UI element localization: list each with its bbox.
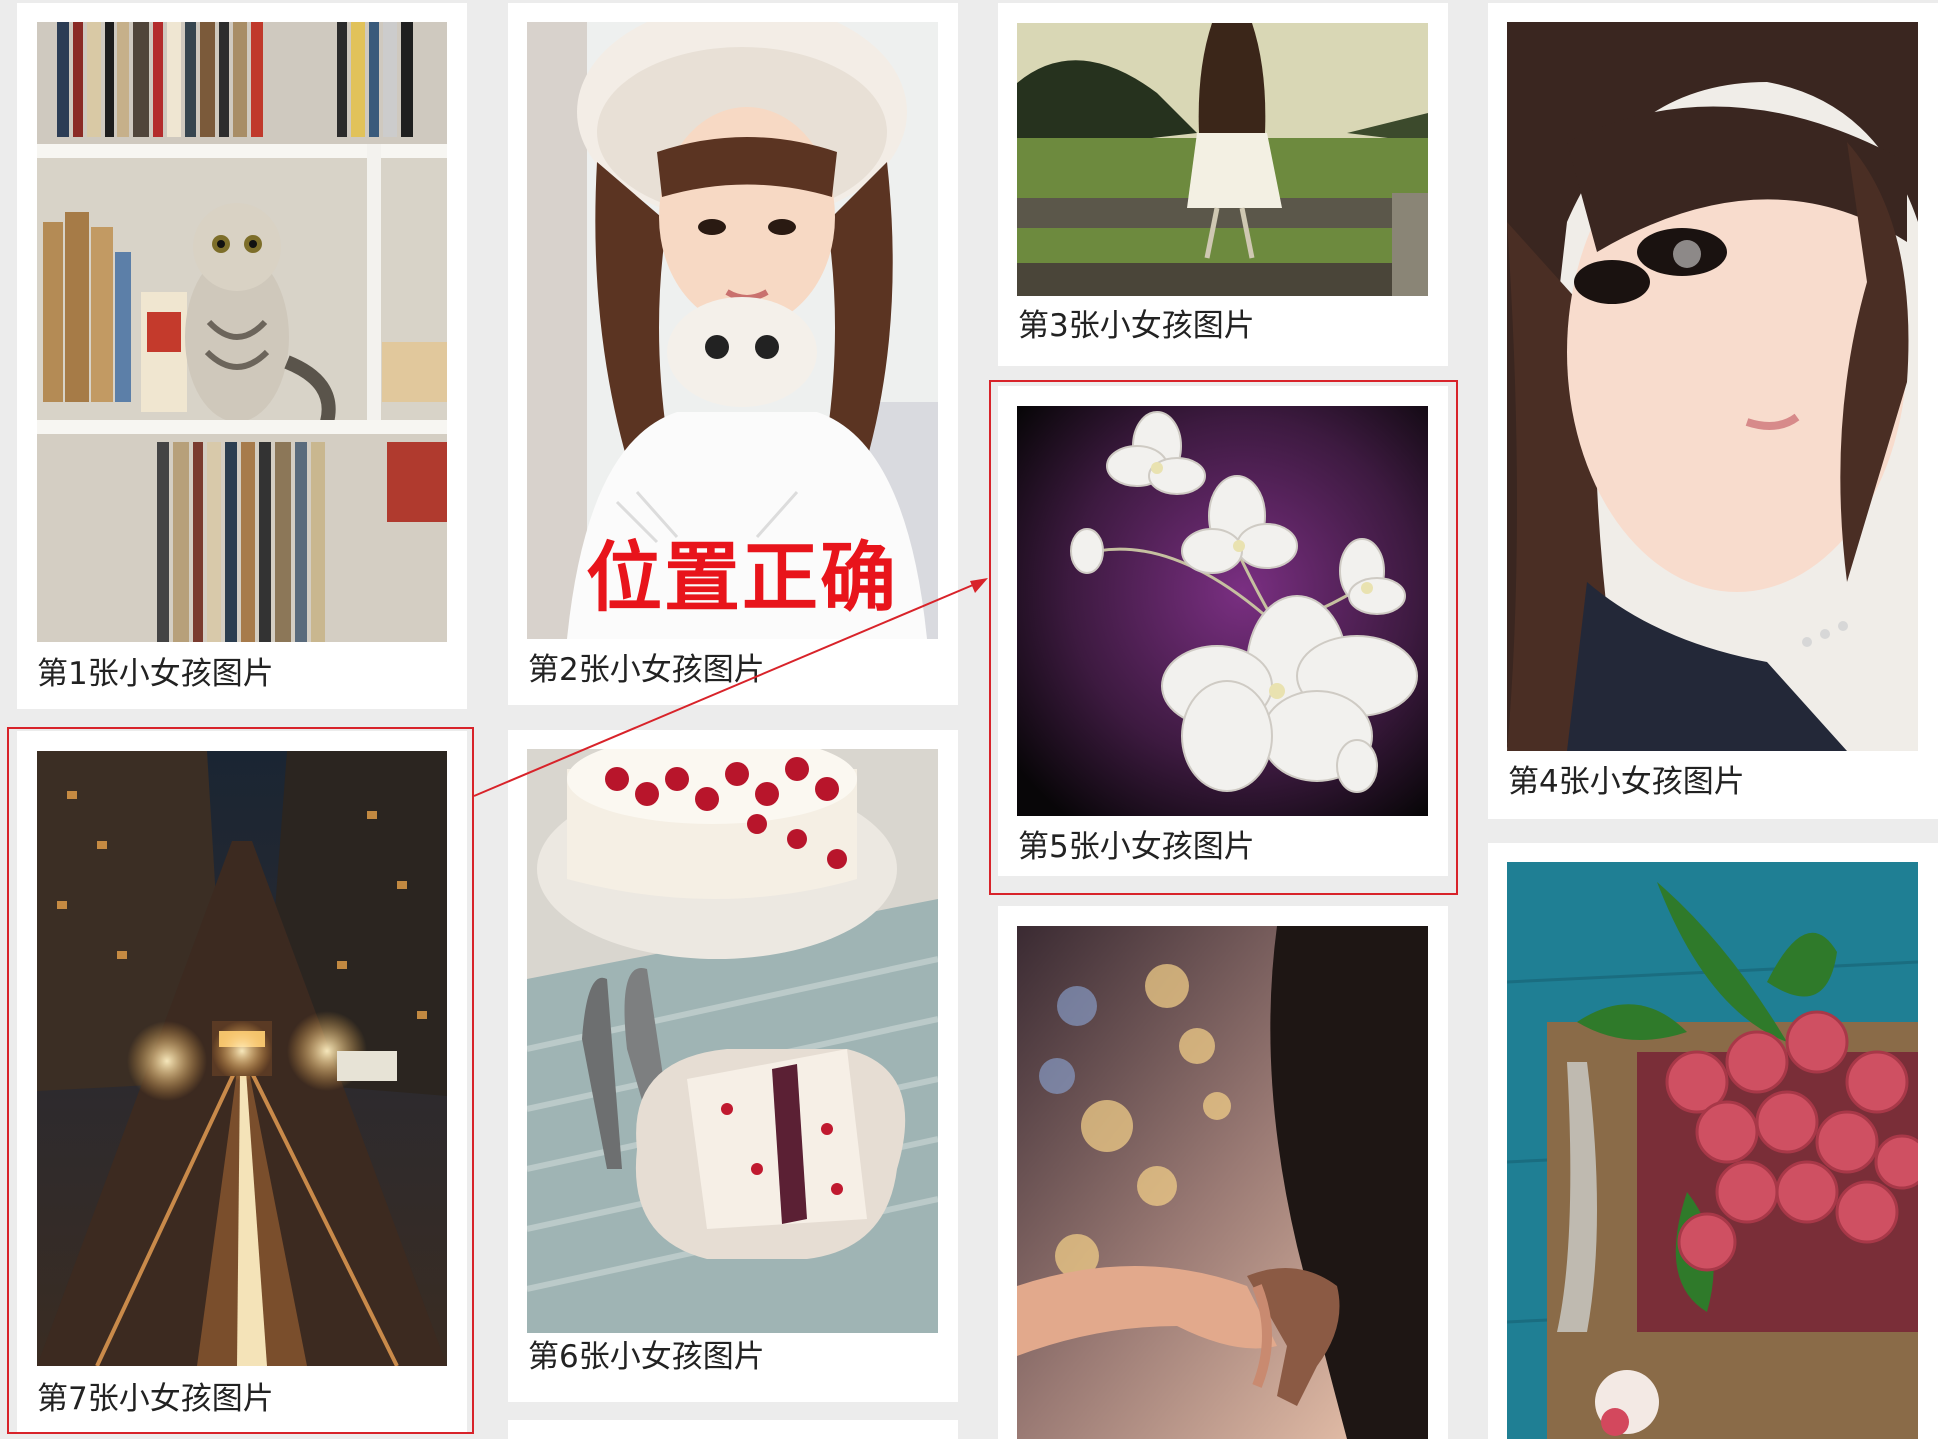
card-image-cat[interactable] — [37, 22, 447, 642]
card-caption: 第6张小女孩图片 — [528, 1339, 765, 1375]
card-image-cake[interactable] — [527, 749, 938, 1333]
card-image-girl-portrait[interactable] — [1507, 22, 1918, 751]
lychee-illustration — [1507, 862, 1918, 1439]
card-image-girl-fence[interactable] — [1017, 23, 1428, 296]
card-image-flowers[interactable] — [1017, 406, 1428, 816]
image-card-3[interactable]: 第3张小女孩图片 — [998, 3, 1448, 366]
night-street-illustration — [37, 751, 447, 1366]
card-caption: 第7张小女孩图片 — [37, 1381, 274, 1417]
flowers-illustration — [1017, 406, 1428, 816]
image-card-1[interactable]: 第1张小女孩图片 — [17, 3, 467, 709]
card-caption: 第4张小女孩图片 — [1508, 764, 1745, 800]
image-card-6[interactable]: 第6张小女孩图片 — [508, 730, 958, 1402]
image-card-next-partial[interactable] — [508, 1420, 958, 1439]
card-caption: 第3张小女孩图片 — [1018, 308, 1255, 344]
card-caption: 第5张小女孩图片 — [1018, 829, 1255, 865]
annotation-label: 位置正确 — [586, 533, 898, 622]
card-image-lychee[interactable] — [1507, 862, 1918, 1439]
card-image-street[interactable] — [37, 751, 447, 1366]
card-caption: 第1张小女孩图片 — [37, 656, 274, 692]
image-card-4[interactable]: 第4张小女孩图片 — [1488, 3, 1938, 819]
image-card-8[interactable] — [998, 906, 1448, 1439]
holding-hands-illustration — [1017, 926, 1428, 1439]
image-card-5[interactable]: 第5张小女孩图片 — [998, 386, 1448, 876]
cake-illustration — [527, 749, 938, 1333]
cat-bookshelf-illustration — [37, 22, 447, 642]
girl-portrait-illustration — [1507, 22, 1918, 751]
card-caption: 第2张小女孩图片 — [528, 652, 765, 688]
girl-fence-illustration — [1017, 23, 1428, 296]
card-image-hands[interactable] — [1017, 926, 1428, 1439]
image-card-9[interactable] — [1488, 843, 1938, 1439]
image-card-7[interactable]: 第7张小女孩图片 — [17, 731, 467, 1432]
